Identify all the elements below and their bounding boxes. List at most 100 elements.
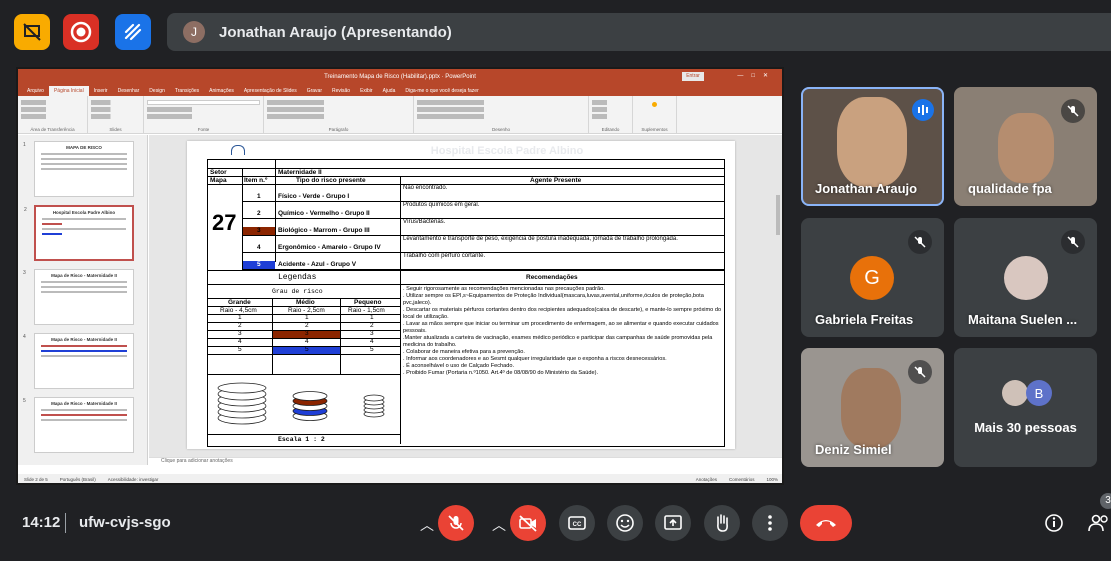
slide-thumb-2[interactable]: 2 Hospital Escola Padre Albino — [24, 205, 134, 261]
svg-text:CC: CC — [573, 522, 582, 528]
recomendacao-item: . É aconselhável o uso de Calçado Fechad… — [403, 362, 515, 369]
recomendacoes-list: . Seguir rigorosamente as recomendações … — [403, 286, 725, 377]
risk-agent: Não encontrado. — [403, 185, 448, 191]
ppt-tab[interactable]: Ajuda — [378, 86, 401, 96]
grade-value: 5 — [305, 346, 309, 353]
ribbon-group-editing: Editando — [589, 96, 633, 133]
ppt-tab[interactable]: Transições — [170, 86, 204, 96]
people-icon[interactable] — [1087, 513, 1111, 538]
risk-type: Biológico - Marrom - Grupo III — [278, 227, 370, 234]
presenter-label: Jonathan Araujo (Apresentando) — [219, 23, 452, 41]
captions-button[interactable]: CC — [559, 505, 595, 541]
presenter-avatar: J — [183, 21, 205, 43]
mic-off-icon — [908, 230, 932, 254]
participant-avatar: G — [850, 256, 894, 300]
info-icon[interactable] — [1044, 513, 1064, 538]
ppt-tab[interactable]: Apresentação de Slides — [239, 86, 302, 96]
risk-number: 5 — [257, 261, 261, 268]
participant-tile-more[interactable]: B Mais 30 pessoas — [954, 348, 1097, 467]
more-options-button[interactable] — [752, 505, 788, 541]
camera-toggle-button[interactable] — [510, 505, 546, 541]
chevron-up-icon[interactable]: ︿ — [420, 515, 434, 535]
ribbon-group-label: Desenho — [491, 127, 510, 132]
ribbon-group-label: Parágrafo — [328, 127, 349, 132]
people-count-badge: 3 — [1100, 493, 1111, 509]
participant-tile-gabriela[interactable]: G Gabriela Freitas — [801, 218, 944, 337]
mic-off-icon — [448, 515, 464, 531]
status-slide-count: Slide 2 de 5 — [24, 477, 48, 482]
thumb-title: Mapa de Risco - Maternidade II — [51, 337, 117, 342]
status-accessibility[interactable]: Acessibilidade: investigar — [108, 477, 159, 482]
participant-tile-jonathan[interactable]: Jonathan Araujo — [801, 87, 944, 206]
ribbon-group-label: Editando — [601, 127, 620, 132]
current-slide[interactable]: Hospital Escola Padre Albino Setor Mater… — [187, 141, 735, 449]
thumb-title: Mapa de Risco - Maternidade II — [51, 401, 117, 406]
shared-screen: Treinamento Mapa de Risco (Habilitar).pp… — [16, 67, 784, 485]
present-button[interactable] — [655, 505, 691, 541]
ppt-tab[interactable]: Design — [144, 86, 170, 96]
status-language[interactable]: Português (Brasil) — [60, 477, 96, 482]
slide-thumb-5[interactable]: 5 Mapa de Risco - Maternidade II — [23, 397, 134, 453]
risk-disc-illustration — [217, 382, 385, 425]
ppt-tab[interactable]: Página Inicial — [48, 86, 89, 96]
mic-off-icon — [1061, 99, 1085, 123]
grade-value: 5 — [238, 346, 242, 353]
participant-tile-qualidade[interactable]: qualidade fpa — [954, 87, 1097, 206]
grande-label: Grande — [228, 299, 251, 306]
ppt-tab[interactable]: Animações — [204, 86, 239, 96]
raio-pequeno: Raio - 1,5cm — [348, 307, 385, 314]
participant-name: qualidade fpa — [968, 181, 1052, 196]
ppt-tab[interactable]: Exibir — [355, 86, 378, 96]
chevron-up-icon[interactable]: ︿ — [492, 515, 506, 535]
slide-thumbnails: 1 MAPA DE RISCO 2 Hospital Escola Padre Al… — [18, 135, 148, 465]
whiteboard-icon[interactable] — [115, 14, 151, 50]
vertical-scrollbar[interactable] — [776, 195, 780, 235]
ppt-tab[interactable]: Diga-me o que você deseja fazer — [400, 86, 483, 96]
escala-label: Escala 1 : 2 — [278, 436, 325, 443]
ribbon-group-label: Fonte — [197, 127, 210, 132]
ppt-signin-button[interactable]: Entrar — [682, 72, 704, 81]
medio-label: Médio — [296, 299, 315, 306]
hand-icon — [717, 514, 728, 532]
ppt-tab[interactable]: Revisão — [327, 86, 355, 96]
leave-call-button[interactable] — [800, 505, 852, 541]
participant-tile-deniz[interactable]: Deniz Simiel — [801, 348, 944, 467]
status-comments-button[interactable]: Comentários — [729, 477, 755, 482]
participant-avatar: B — [1026, 380, 1052, 406]
ribbon-group-slides: Slides — [88, 96, 144, 133]
ppt-tab[interactable]: Inserir — [89, 86, 113, 96]
grade-value: 1 — [370, 314, 374, 321]
notes-placeholder[interactable]: Clique para adicionar anotações — [149, 457, 782, 467]
thumb-number: 1 — [23, 142, 26, 148]
status-notes-button[interactable]: Anotações — [696, 477, 717, 482]
ppt-tab[interactable]: Desenhar — [113, 86, 145, 96]
status-zoom[interactable]: 100% — [766, 477, 778, 482]
risk-table: Setor Maternidade II Mapa Item n.º Tipo … — [207, 159, 725, 447]
grade-value: 2 — [370, 322, 374, 329]
ribbon-group-paragraph: Parágrafo — [264, 96, 414, 133]
reactions-button[interactable] — [607, 505, 643, 541]
raise-hand-button[interactable] — [704, 505, 740, 541]
participant-tile-maitana[interactable]: Maitana Suelen ... — [954, 218, 1097, 337]
recording-icon[interactable] — [63, 14, 99, 50]
slide-thumb-3[interactable]: 3 Mapa de Risco - Maternidade II — [23, 269, 134, 325]
pequeno-label: Pequeno — [354, 299, 382, 306]
ribbon-group-label: Suplementos — [641, 127, 668, 132]
slide-thumb-4[interactable]: 4 Mapa de Risco - Maternidade II — [23, 333, 134, 389]
ribbon-group-addins: Suplementos — [633, 96, 677, 133]
recomendacao-item: . Descartar os materiais pérfuros cortan… — [403, 306, 722, 320]
recomendacao-item: . Seguir rigorosamente as recomendações … — [403, 286, 605, 292]
ppt-tab[interactable]: Gravar — [302, 86, 327, 96]
grade-value: 3 — [238, 330, 242, 337]
setor-value: Maternidade II — [278, 169, 322, 176]
recomendacao-item: . Colaborar de maneira efetiva para a pr… — [403, 348, 525, 355]
grade-value: 3 — [370, 330, 374, 337]
participant-avatar — [1004, 256, 1048, 300]
ppt-tab[interactable]: Arquivo — [22, 86, 49, 96]
window-controls-icon[interactable]: —□✕ — [737, 72, 776, 79]
risk-number: 3 — [257, 227, 261, 234]
mic-toggle-button[interactable] — [438, 505, 474, 541]
setor-label: Setor — [210, 169, 227, 176]
slide-thumb-1[interactable]: 1 MAPA DE RISCO — [23, 141, 134, 197]
stop-presenting-icon[interactable] — [14, 14, 50, 50]
